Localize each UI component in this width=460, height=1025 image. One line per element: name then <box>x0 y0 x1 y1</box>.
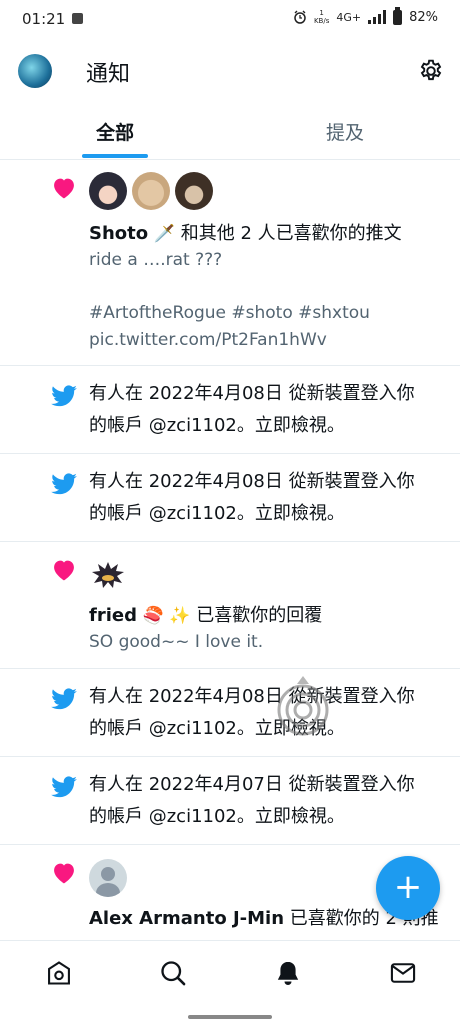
alarm-icon <box>294 10 306 24</box>
network-speed: 1 KB/s <box>314 9 329 25</box>
notification-text-line: 的帳戶 @zci1102。立即檢視。 <box>89 718 345 739</box>
status-bar: 01:21 1 KB/s 4G+ 82% <box>0 0 460 38</box>
notification-text: Shoto 🗡️ 和其他 2 人已喜歡你的推文 <box>89 220 444 248</box>
bell-icon[interactable] <box>274 959 302 987</box>
twitter-bird-icon <box>51 688 77 710</box>
signal-icon <box>368 10 387 24</box>
notification-tabs: 全部 提及 <box>0 104 460 160</box>
status-time: 01:21 <box>22 10 66 28</box>
notification-square-icon <box>72 13 83 24</box>
mail-icon[interactable] <box>389 959 417 987</box>
notification-text-line: 有人在 2022年4月08日 從新裝置登入你 <box>89 383 415 404</box>
battery-level: 82% <box>409 9 438 25</box>
notification-action: 已喜歡你的回覆 <box>190 605 323 626</box>
notification-item[interactable]: 有人在 2022年4月07日 從新裝置登入你 的帳戶 @zci1102。立即檢視… <box>0 757 460 845</box>
notification-item[interactable]: fried 🍣 ✨ 已喜歡你的回覆 SO good~~ I love it. <box>0 542 460 669</box>
profile-avatar[interactable] <box>18 54 52 88</box>
user-name[interactable]: Shoto <box>89 223 148 244</box>
bottom-navigation <box>0 940 460 1025</box>
avatar[interactable] <box>89 172 127 210</box>
tweet-link: pic.twitter.com/Pt2Fan1hWv <box>89 330 327 350</box>
touch-indicator-icon <box>277 676 329 736</box>
compose-tweet-button[interactable]: + <box>376 856 440 920</box>
heart-icon <box>54 863 74 884</box>
notification-text-line: 的帳戶 @zci1102。立即檢視。 <box>89 415 345 436</box>
active-tab-indicator <box>82 154 148 158</box>
network-type: 4G+ <box>336 10 362 24</box>
name-emoji: 🍣 ✨ <box>142 606 191 626</box>
plus-icon: + <box>393 867 423 907</box>
home-indicator[interactable] <box>188 1015 272 1019</box>
reply-text: SO good~~ I love it. <box>89 632 264 652</box>
name-emoji: 🗡️ <box>153 224 176 244</box>
tab-mentions[interactable]: 提及 <box>326 118 364 145</box>
search-icon[interactable] <box>159 959 187 987</box>
user-name[interactable]: fried <box>89 605 137 626</box>
notification-item[interactable]: Shoto 🗡️ 和其他 2 人已喜歡你的推文 ride a ….rat ???… <box>0 160 460 366</box>
network-speed-unit: KB/s <box>313 17 330 25</box>
network-speed-value: 1 <box>319 9 324 17</box>
avatar[interactable] <box>89 556 127 594</box>
avatar[interactable] <box>175 172 213 210</box>
notification-item[interactable]: 有人在 2022年4月08日 從新裝置登入你 的帳戶 @zci1102。立即檢視… <box>0 366 460 454</box>
notification-item[interactable]: 有人在 2022年4月08日 從新裝置登入你 的帳戶 @zci1102。立即檢視… <box>0 454 460 542</box>
page-title: 通知 <box>86 62 131 87</box>
notification-action: 和其他 2 人已喜歡你的推文 <box>175 223 402 244</box>
notification-text-line: 的帳戶 @zci1102。立即檢視。 <box>89 806 345 827</box>
user-name[interactable]: Alex Armanto J-Min <box>89 908 284 929</box>
tweet-text-line: ride a ….rat ??? <box>89 250 223 270</box>
liker-avatars <box>89 172 213 210</box>
battery-icon <box>393 6 403 25</box>
notification-item[interactable]: 有人在 2022年4月08日 從新裝置登入你 的帳戶 @zci1102。立即檢視… <box>0 669 460 757</box>
home-icon[interactable] <box>45 959 73 987</box>
gear-icon[interactable] <box>418 58 444 84</box>
notification-text: fried 🍣 ✨ 已喜歡你的回覆 <box>89 602 444 630</box>
app-header: 通知 <box>0 38 460 104</box>
notification-text-line: 有人在 2022年4月07日 從新裝置登入你 <box>89 774 415 795</box>
status-indicators: 1 KB/s 4G+ 82% <box>293 6 438 25</box>
avatar[interactable] <box>89 859 127 897</box>
avatar[interactable] <box>132 172 170 210</box>
twitter-bird-icon <box>51 473 77 495</box>
notification-text-line: 的帳戶 @zci1102。立即檢視。 <box>89 503 345 524</box>
tweet-hashtags: #ArtoftheRogue #shoto #shxtou <box>89 303 370 323</box>
twitter-bird-icon <box>51 385 77 407</box>
notification-text-line: 有人在 2022年4月08日 從新裝置登入你 <box>89 471 415 492</box>
heart-icon <box>54 178 74 199</box>
heart-icon <box>54 560 74 581</box>
notification-text-line: 有人在 2022年4月08日 從新裝置登入你 <box>89 686 415 707</box>
twitter-bird-icon <box>51 776 77 798</box>
tab-all[interactable]: 全部 <box>96 118 134 145</box>
